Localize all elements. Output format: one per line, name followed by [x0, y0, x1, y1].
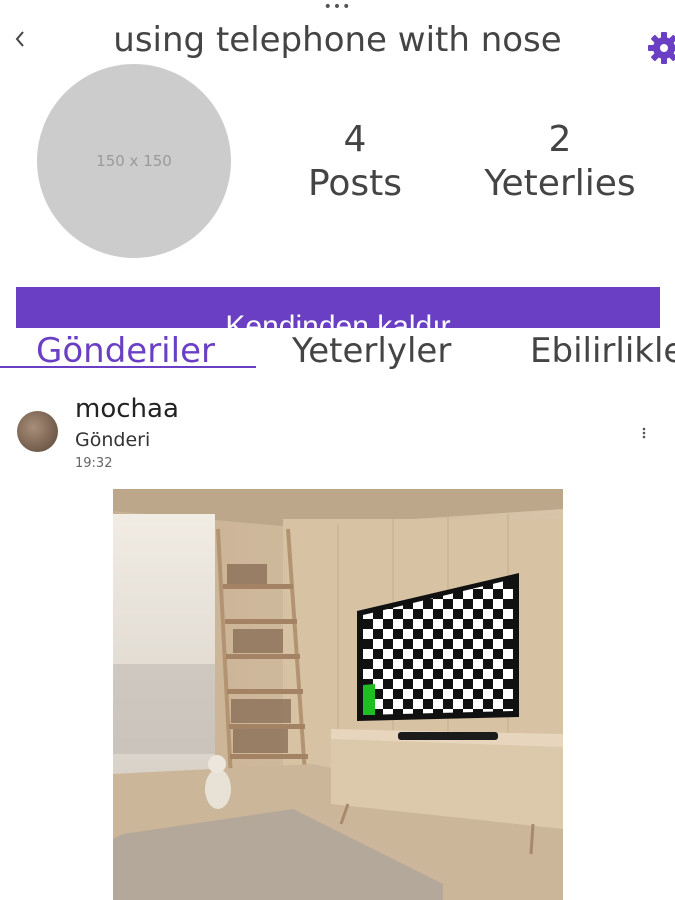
tab-ebilirlikler[interactable]: Ebilirlikler	[530, 331, 675, 369]
posts-count: 4	[343, 119, 367, 160]
yeterlies-stat[interactable]: 2 Yeterlies	[472, 118, 648, 206]
post-menu-button[interactable]	[637, 424, 651, 444]
profile-tabs: Gönderiler Yeterlyler Ebilirlikler	[0, 325, 675, 369]
yeterlies-count: 2	[548, 119, 572, 160]
settings-button[interactable]	[646, 30, 675, 66]
post-timestamp: 19:32	[75, 456, 113, 471]
profile-avatar[interactable]: 150 x 150	[37, 64, 231, 258]
post-author-avatar[interactable]	[17, 411, 58, 452]
room-photo	[113, 489, 563, 900]
more-vertical-icon	[642, 427, 646, 439]
avatar-placeholder-text: 150 x 150	[96, 152, 172, 170]
post-image[interactable]	[113, 489, 563, 900]
post-type-label: Gönderi	[75, 429, 151, 451]
remove-self-button[interactable]: Kendinden kaldır	[16, 287, 660, 328]
posts-stat[interactable]: 4 Posts	[296, 118, 414, 206]
tab-posts[interactable]: Gönderiler	[36, 331, 215, 369]
yeterlies-label: Yeterlies	[484, 163, 636, 204]
tab-yeterlyler[interactable]: Yeterlyler	[292, 331, 451, 369]
active-tab-indicator	[0, 366, 256, 368]
gear-icon	[648, 32, 675, 64]
posts-label: Posts	[307, 163, 403, 204]
page-title: using telephone with nose	[113, 20, 562, 60]
post-author-name[interactable]: mochaa	[75, 393, 179, 425]
window-handle-dots: •••	[323, 0, 352, 15]
